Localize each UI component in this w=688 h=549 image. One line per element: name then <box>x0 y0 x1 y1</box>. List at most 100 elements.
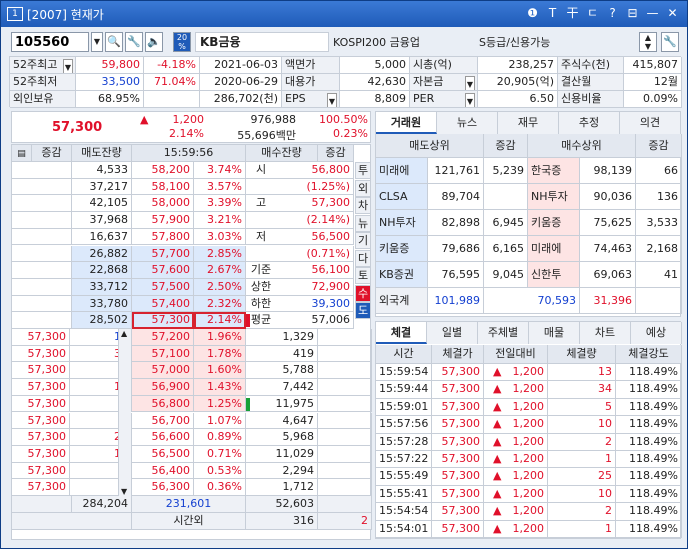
ask-change-8 <box>12 295 72 313</box>
vtab-4[interactable]: 기 <box>355 232 371 249</box>
title-button-icon-6[interactable]: — <box>644 5 661 22</box>
title-button-icon-4[interactable]: ? <box>604 5 621 22</box>
trade-tab-0[interactable]: 체결 <box>376 322 427 344</box>
bid-price-0[interactable]: 57,200 <box>132 329 194 346</box>
price-summary: 57,300 ▲ 1,200 2.14% 976,988 55,696백만 10… <box>11 111 371 143</box>
market-sector: KOSPI200 금융업 <box>333 36 420 49</box>
vtab-2[interactable]: 차 <box>355 197 371 214</box>
vtab-7[interactable]: 수 <box>355 284 371 302</box>
trade-tab-1[interactable]: 일별 <box>427 322 478 344</box>
stat-label-6: 기준 <box>246 262 276 279</box>
dropdown-arrow-icon[interactable]: ▼ <box>464 93 475 107</box>
trade-price-8: 57,300 <box>432 503 484 521</box>
info-cell-2-4[interactable]: EPS ▼ <box>282 91 340 108</box>
vtab-8[interactable]: 도 <box>355 302 371 319</box>
dropdown-arrow-icon[interactable]: ▼ <box>91 32 103 52</box>
stock-code-input[interactable] <box>11 32 89 52</box>
speaker-icon[interactable]: 🔈 <box>145 32 163 52</box>
ask-price-9[interactable]: 57,300 <box>132 312 194 329</box>
trade-qty-3: 10 <box>548 416 616 434</box>
sell-broker-0[interactable]: 미래에 <box>376 158 428 184</box>
spin-updown-icon[interactable]: ▲ ▼ <box>639 32 657 52</box>
ask-change-0 <box>12 162 72 179</box>
wrench-icon[interactable]: 🔧 <box>125 32 143 52</box>
bid-price-3[interactable]: 56,900 <box>132 379 194 396</box>
buy-broker-1[interactable]: NH투자 <box>528 184 580 210</box>
tab-2[interactable]: 재무 <box>498 112 559 134</box>
sell-broker-4[interactable]: KB증권 <box>376 262 428 288</box>
title-button-icon-2[interactable]: 干 <box>564 5 581 22</box>
trade-tab-5[interactable]: 예상 <box>631 322 682 344</box>
info-cell-2-5: 8,809 <box>340 91 410 108</box>
ask-price-7[interactable]: 57,500 <box>132 278 194 296</box>
buy-broker-3[interactable]: 미래에 <box>528 236 580 262</box>
trade-tab-3[interactable]: 매물 <box>529 322 580 344</box>
trade-price-5: 57,300 <box>432 451 484 469</box>
trade-tab-4[interactable]: 차트 <box>580 322 631 344</box>
settings-wrench-icon[interactable]: 🔧 <box>661 32 679 52</box>
dropdown-arrow-icon[interactable]: ▼ <box>464 76 475 90</box>
bid-price-8[interactable]: 56,400 <box>132 462 194 480</box>
ask-price-2[interactable]: 58,000 <box>132 195 194 213</box>
ask-price-6[interactable]: 57,600 <box>132 262 194 279</box>
search-icon[interactable]: 🔍 <box>105 32 123 52</box>
scroll-up-icon[interactable]: ▲ <box>121 329 127 338</box>
dropdown-arrow-icon[interactable]: ▼ <box>326 93 337 107</box>
info-cell-1-6[interactable]: 자본금 ▼ <box>410 74 478 91</box>
ask-price-5[interactable]: 57,700 <box>132 245 194 263</box>
title-button-icon-0[interactable]: ❶ <box>524 5 541 22</box>
bid-price-6[interactable]: 56,600 <box>132 429 194 446</box>
tab-1[interactable]: 뉴스 <box>437 112 498 134</box>
stat-value-1: (1.25%) <box>276 178 354 196</box>
book-hdr-setting[interactable]: ▤ <box>12 145 32 162</box>
buy-broker-2[interactable]: 키움증 <box>528 210 580 236</box>
trade-scrollbar[interactable]: ▲ ▼ <box>118 329 131 496</box>
ask-price-0[interactable]: 58,200 <box>132 162 194 179</box>
dropdown-arrow-icon[interactable]: ▼ <box>62 59 73 73</box>
sell-broker-2[interactable]: NH투자 <box>376 210 428 236</box>
bid-price-4[interactable]: 56,800 <box>132 395 194 413</box>
tab-0[interactable]: 거래원 <box>376 112 437 134</box>
info-cell-1-4[interactable]: 대용가 <box>282 74 340 91</box>
trade-price-0: 57,300 <box>432 364 484 382</box>
title-button-icon-7[interactable]: ✕ <box>664 5 681 22</box>
info-cell-2-8[interactable]: 신용비율 <box>558 91 624 108</box>
info-cell-1-9: 12월 <box>624 74 682 91</box>
bid-qty-8: 2,294 <box>246 462 318 480</box>
trade-price-3: 57,300 <box>432 416 484 434</box>
bid-price-5[interactable]: 56,700 <box>132 412 194 430</box>
tab-4[interactable]: 의견 <box>620 112 681 134</box>
trade-hdr-4: 체결강도 <box>616 345 682 364</box>
title-button-icon-5[interactable]: ⊟ <box>624 5 641 22</box>
info-cell-2-7: 6.50 <box>478 91 558 108</box>
sell-broker-change-4: 9,045 <box>484 262 528 288</box>
bid-price-1[interactable]: 57,100 <box>132 345 194 363</box>
vtab-0[interactable]: 투 <box>355 162 371 179</box>
trade-tab-2[interactable]: 주체별 <box>478 322 529 344</box>
tab-3[interactable]: 추정 <box>559 112 620 134</box>
info-cell-1-8[interactable]: 결산월 <box>558 74 624 91</box>
vtab-1[interactable]: 외 <box>355 179 371 197</box>
vtab-3[interactable]: 뉴 <box>355 214 371 232</box>
buy-broker-4[interactable]: 신한투 <box>528 262 580 288</box>
title-button-icon-3[interactable]: ㄷ <box>584 5 601 22</box>
bid-price-7[interactable]: 56,500 <box>132 445 194 463</box>
vtab-5[interactable]: 다 <box>355 249 371 267</box>
window-title: [2007] 현재가 <box>27 7 104 22</box>
setting-icon[interactable]: ▤ <box>17 149 26 159</box>
bid-trade-price-1: 57,300 <box>12 345 70 363</box>
bid-price-2[interactable]: 57,000 <box>132 362 194 380</box>
ask-price-4[interactable]: 57,800 <box>132 228 194 246</box>
ask-price-1[interactable]: 58,100 <box>132 178 194 196</box>
buy-broker-0[interactable]: 한국증 <box>528 158 580 184</box>
title-button-icon-1[interactable]: T <box>544 5 561 22</box>
vtab-6[interactable]: 토 <box>355 267 371 284</box>
up-triangle-icon: ▲ <box>493 365 502 378</box>
bid-price-9[interactable]: 56,300 <box>132 479 194 496</box>
scroll-down-icon[interactable]: ▼ <box>121 487 127 496</box>
sell-broker-3[interactable]: 키움증 <box>376 236 428 262</box>
info-cell-2-6[interactable]: PER ▼ <box>410 91 478 108</box>
sell-broker-1[interactable]: CLSA <box>376 184 428 210</box>
ask-price-3[interactable]: 57,900 <box>132 212 194 229</box>
ask-price-8[interactable]: 57,400 <box>132 295 194 313</box>
